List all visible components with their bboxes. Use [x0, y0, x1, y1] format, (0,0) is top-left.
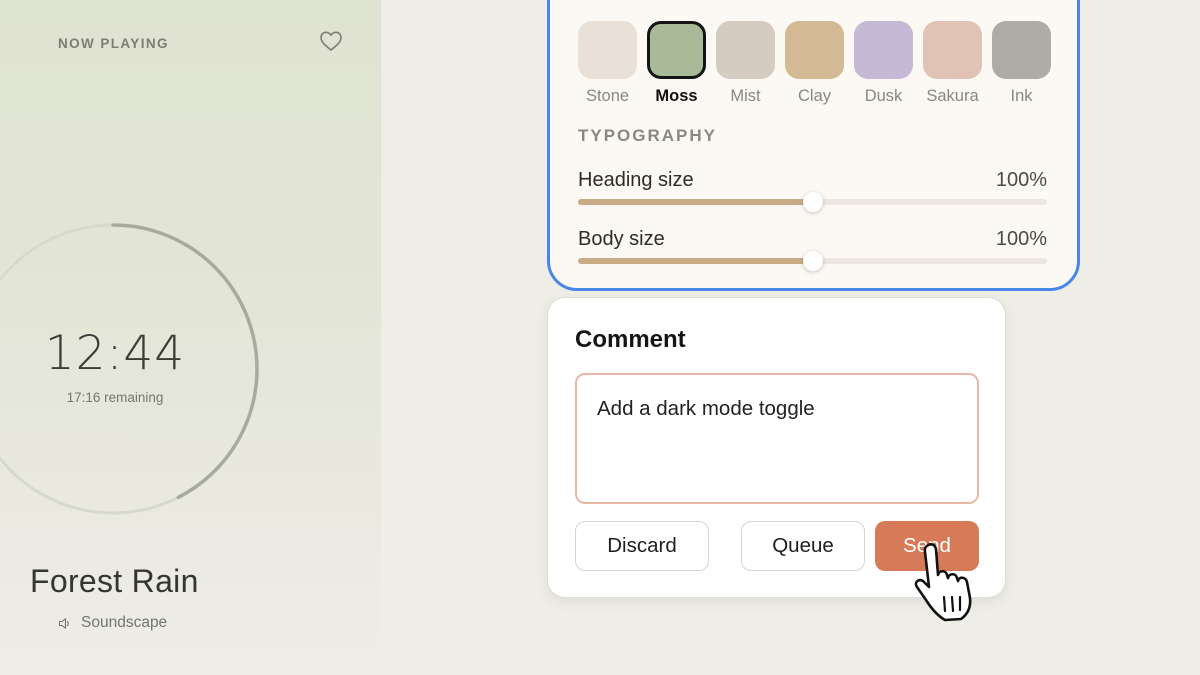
color-theme-swatches: Stone Moss Mist Clay Dusk Sakura Ink	[578, 21, 1051, 106]
swatch-mist[interactable]: Mist	[716, 21, 775, 106]
swatch-label: Sakura	[926, 87, 979, 105]
swatch-chip[interactable]	[992, 21, 1051, 79]
swatch-chip[interactable]	[923, 21, 982, 79]
speaker-icon	[58, 617, 69, 629]
swatch-label: Ink	[1010, 87, 1033, 105]
comment-textarea[interactable]: Add a dark mode toggle	[575, 373, 979, 504]
remaining-time: 17:16 remaining	[66, 390, 164, 405]
discard-button[interactable]: Discard	[575, 521, 709, 571]
swatch-chip[interactable]	[647, 21, 706, 79]
heading-size-value: 100%	[995, 169, 1047, 191]
track-title: Forest Rain	[30, 563, 199, 599]
heading-size-slider[interactable]	[578, 192, 1047, 212]
appearance-settings-card: Stone Moss Mist Clay Dusk Sakura Ink TYPOGRAPH…	[547, 0, 1080, 291]
track-type-label: Soundscape	[81, 614, 168, 631]
swatch-label: Moss	[655, 87, 698, 105]
swatch-ink[interactable]: Ink	[992, 21, 1051, 106]
swatch-label: Mist	[730, 87, 761, 105]
swatch-label: Dusk	[864, 87, 903, 105]
swatch-sakura[interactable]: Sakura	[923, 21, 982, 106]
heading-size-slider-fill	[578, 199, 813, 205]
body-size-slider-fill	[578, 258, 813, 264]
body-size-label: Body size	[578, 228, 665, 250]
typography-heading: TYPOGRAPHY	[578, 126, 718, 145]
swatch-label: Clay	[797, 87, 831, 105]
queue-button[interactable]: Queue	[741, 521, 865, 571]
heading-size-label: Heading size	[578, 169, 694, 191]
swatch-chip[interactable]	[578, 21, 637, 79]
swatch-chip[interactable]	[854, 21, 913, 79]
body-size-slider[interactable]	[578, 251, 1047, 271]
hand-pointer-cursor-icon	[914, 543, 972, 622]
now-playing-panel: NOW PLAYING 12:44 17:16 remaining Forest…	[0, 0, 381, 675]
swatch-stone[interactable]: Stone	[578, 21, 637, 106]
track-type: Soundscape	[58, 614, 167, 632]
progress-ring	[0, 223, 259, 515]
body-size-value: 100%	[995, 228, 1047, 250]
swatch-chip[interactable]	[716, 21, 775, 79]
swatch-moss[interactable]: Moss	[647, 21, 706, 106]
elapsed-time: 12:44	[44, 326, 186, 381]
swatch-dusk[interactable]: Dusk	[854, 21, 913, 106]
body-size-slider-thumb[interactable]	[802, 251, 823, 271]
swatch-label: Stone	[585, 87, 630, 105]
comment-title: Comment	[575, 326, 686, 353]
heading-size-slider-thumb[interactable]	[802, 192, 823, 212]
swatch-chip[interactable]	[785, 21, 844, 79]
swatch-clay[interactable]: Clay	[785, 21, 844, 106]
